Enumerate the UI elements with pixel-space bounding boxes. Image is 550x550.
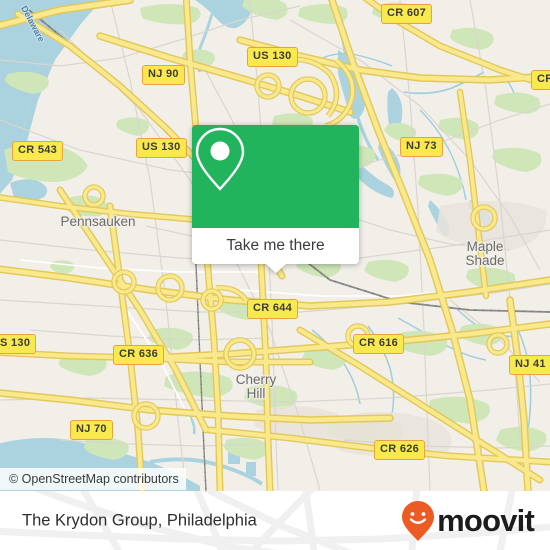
place-label-text: Maple — [466, 239, 504, 254]
road-shield-cr-636[interactable]: CR 636 — [113, 345, 165, 365]
road-shield-cr-644[interactable]: CR 644 — [247, 299, 299, 319]
road-shield-cr-626[interactable]: CR 626 — [374, 440, 426, 460]
moovit-pin-smiley-icon — [402, 500, 435, 541]
place-label-pennsauken: Pennsauken — [60, 215, 135, 229]
callout-tail — [265, 264, 286, 273]
moovit-logo[interactable]: moovit — [401, 500, 535, 542]
map-screenshot: Delaware Pennsauken Maple Shade Cherry H… — [0, 0, 550, 550]
map-pin-icon — [195, 127, 245, 191]
road-shield-cr-right-edge[interactable]: CR — [531, 70, 550, 90]
map-canvas[interactable]: Delaware Pennsauken Maple Shade Cherry H… — [0, 0, 550, 491]
road-shield-cr-543[interactable]: CR 543 — [12, 141, 64, 161]
osm-attribution[interactable]: © OpenStreetMap contributors — [0, 468, 186, 490]
road-shield-s-130[interactable]: S 130 — [0, 334, 37, 354]
road-shield-us-130-mid[interactable]: US 130 — [136, 138, 187, 158]
take-me-there-label: Take me there — [226, 237, 325, 254]
take-me-there-button[interactable]: Take me there — [192, 228, 359, 264]
road-shield-nj-73[interactable]: NJ 73 — [400, 137, 443, 157]
road-shield-nj-70[interactable]: NJ 70 — [70, 420, 113, 440]
footer-bar: The Krydon Group, Philadelphia moovit — [0, 491, 550, 550]
moovit-wordmark: moovit — [437, 503, 535, 538]
place-label-text: Cherry — [235, 372, 277, 387]
place-label-text: Shade — [465, 253, 505, 268]
callout-icon-area — [192, 125, 359, 228]
road-shield-us-130-top[interactable]: US 130 — [247, 47, 298, 67]
place-label-cherry-hill: Cherry Hill — [236, 373, 277, 401]
destination-callout-card[interactable]: Take me there — [192, 125, 359, 273]
location-title: The Krydon Group, Philadelphia — [22, 511, 257, 529]
road-shield-nj-41[interactable]: NJ 41 — [509, 355, 550, 375]
road-shield-cr-607[interactable]: CR 607 — [381, 4, 433, 24]
road-shield-nj-90[interactable]: NJ 90 — [142, 65, 185, 85]
place-label-maple-shade: Maple Shade — [465, 240, 504, 268]
road-shield-cr-616[interactable]: CR 616 — [353, 334, 405, 354]
place-label-text: Hill — [246, 386, 266, 401]
place-label-text: Pennsauken — [60, 214, 136, 229]
